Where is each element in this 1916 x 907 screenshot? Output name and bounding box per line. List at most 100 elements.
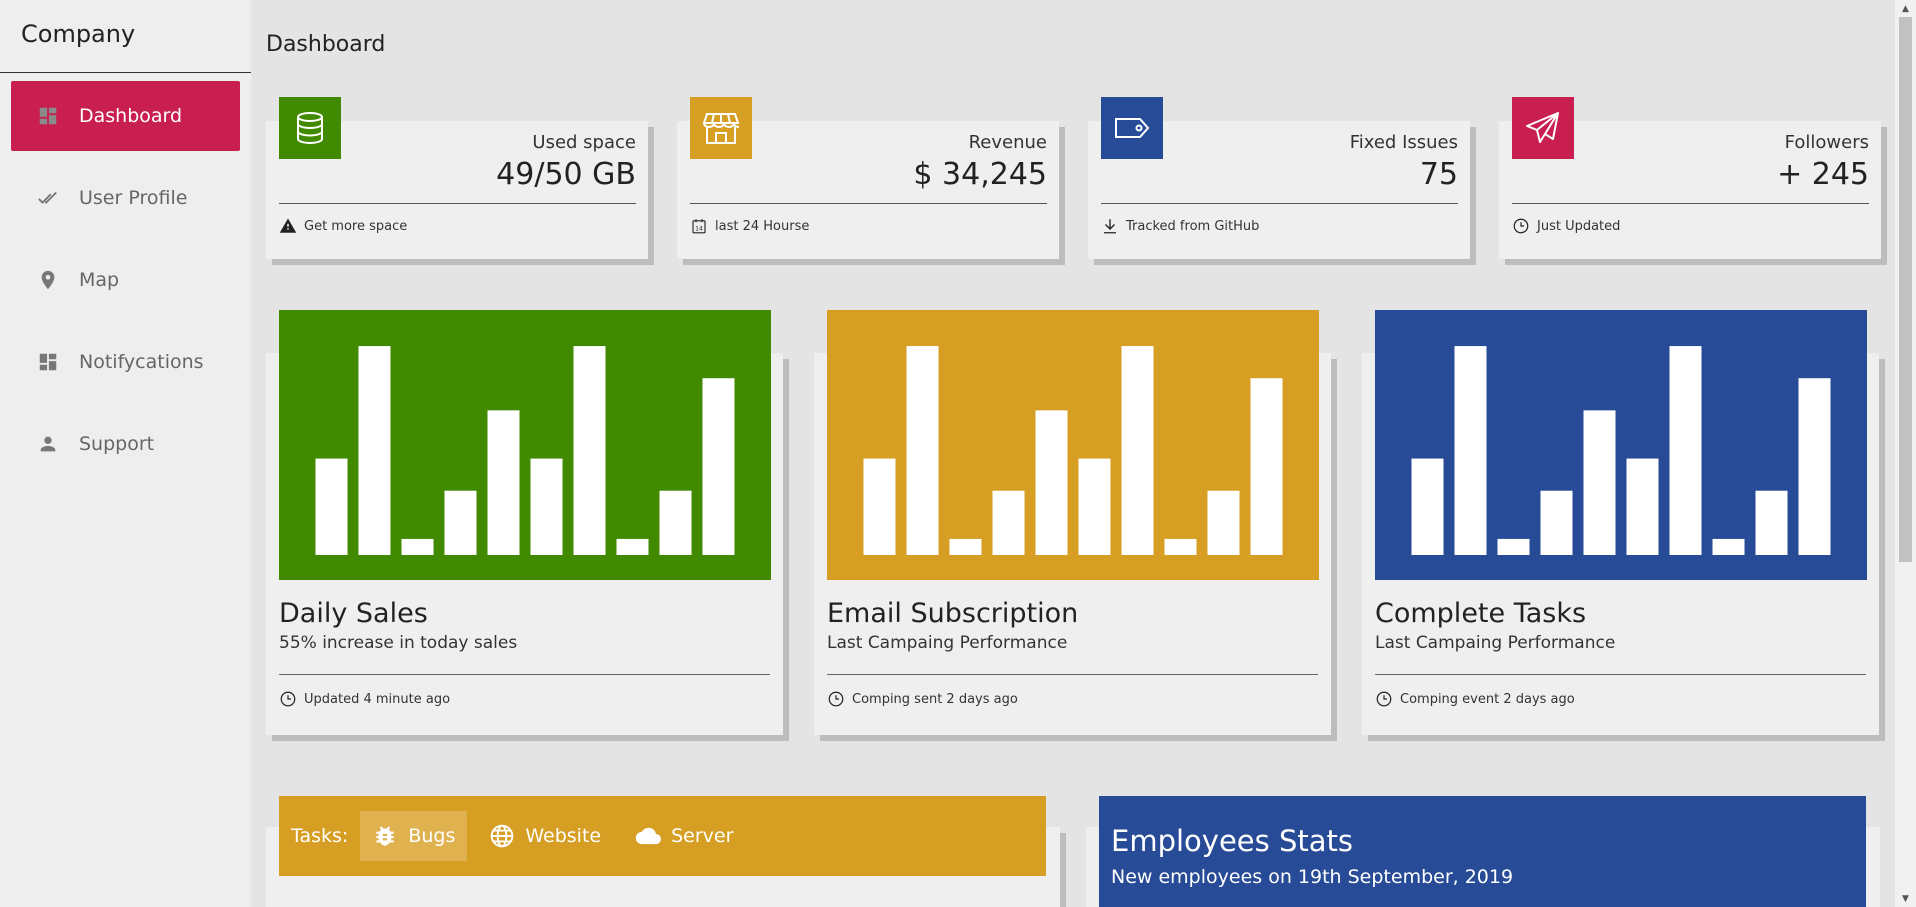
chart-bar [1626,458,1659,555]
clock-icon [280,691,296,707]
stat-footer: 14 last 24 Hourse [690,217,809,235]
chart-bar [949,538,982,555]
chart-footer: Comping sent 2 days ago [827,690,1018,708]
stat-label: Used space [532,132,636,153]
chart-bar [1540,490,1573,555]
chart-footer: Comping event 2 days ago [1375,690,1575,708]
tab-server[interactable]: Server [623,811,745,861]
scroll-thumb[interactable] [1899,17,1912,562]
stat-footer-text: Get more space [304,218,408,234]
scroll-down-arrow-icon[interactable]: ▼ [1895,890,1916,907]
bar-chart-daily-sales [315,346,735,555]
chart-panel [827,310,1319,580]
clock-icon [1376,691,1392,707]
stat-footer: Tracked from GitHub [1101,217,1259,235]
chart-bar [1121,346,1154,555]
chart-bar [1411,458,1444,555]
svg-text:14: 14 [695,226,703,233]
divider [1512,203,1869,204]
cloud-icon [635,827,662,845]
sidebar: Company Dashboard User Profile Map Notif… [0,0,251,907]
chart-subtitle: 55% increase in today sales [279,633,518,653]
store-icon [702,113,740,144]
sidebar-item-label: User Profile [79,187,188,209]
chart-bar [659,490,692,555]
stat-footer[interactable]: Get more space [279,217,407,235]
sidebar-item-label: Dashboard [79,105,183,127]
tab-website[interactable]: Website [477,811,613,861]
sidebar-item-map[interactable]: Map [11,245,240,315]
chart-bar [487,410,520,555]
stat-label: Followers [1784,132,1869,153]
divider [279,203,636,204]
stat-card-followers: Followers + 245 Just Updated [1499,97,1881,259]
bar-chart-email-subscription [863,346,1283,555]
sidebar-item-label: Map [79,269,120,291]
chart-bar [401,538,434,555]
stat-label: Revenue [968,132,1047,153]
sidebar-nav: Dashboard User Profile Map Notifycations… [0,73,251,499]
tasks-card: Tasks: Bugs Website Server [266,796,1060,907]
stat-value: 49/50 GB [496,157,636,192]
divider [690,203,1047,204]
stat-value: + 245 [1777,157,1869,192]
stat-card-revenue: Revenue $ 34,245 14 last 24 Hourse [677,97,1059,259]
chart-bar [573,346,606,555]
page-scrollbar[interactable]: ▲ ▼ [1895,0,1916,907]
tab-bugs[interactable]: Bugs [360,811,468,861]
chart-card-complete-tasks: Complete Tasks Last Campaing Performance… [1362,310,1879,735]
clock-icon [1513,218,1529,234]
stat-footer-text: Just Updated [1537,218,1621,234]
chart-bar [1583,410,1616,555]
chart-bar [530,458,563,555]
tab-label: Website [525,825,602,847]
stat-tile [1101,97,1163,159]
paper-plane-icon [1526,112,1559,143]
chart-bar [444,490,477,555]
employees-stats-header: Employees Stats New employees on 19th Se… [1099,796,1866,907]
chart-title: Complete Tasks [1375,598,1587,629]
chart-title: Daily Sales [279,598,428,629]
dashboard-icon [37,351,59,373]
tab-label: Bugs [408,825,456,847]
globe-icon [491,824,514,848]
chart-bar [1497,538,1530,555]
scroll-up-arrow-icon[interactable]: ▲ [1895,0,1916,17]
employees-stats-card: Employees Stats New employees on 19th Se… [1086,796,1880,907]
sidebar-item-support[interactable]: Support [11,409,240,479]
tag-icon [1115,118,1150,138]
bar-chart-complete-tasks [1411,346,1831,555]
sidebar-item-user-profile[interactable]: User Profile [11,163,240,233]
stat-card-used-space: Used space 49/50 GB Get more space [266,97,648,259]
chart-panel [279,310,771,580]
main-content: Dashboard Used space 49/50 GB Get more s… [251,0,1895,907]
bug-icon [376,826,394,846]
sidebar-item-dashboard[interactable]: Dashboard [11,81,240,151]
stat-footer: Just Updated [1512,217,1620,235]
chart-bar [1207,490,1240,555]
tab-label: Server [671,825,734,847]
stat-value: $ 34,245 [913,157,1047,192]
divider [1101,203,1458,204]
chart-bar [1250,378,1283,555]
chart-title: Email Subscription [827,598,1079,629]
clock-icon [828,691,844,707]
tasks-tab-bar: Tasks: Bugs Website Server [279,796,1046,876]
stat-card-fixed-issues: Fixed Issues 75 Tracked from GitHub [1088,97,1470,259]
chart-bar [863,458,896,555]
calendar-icon: 14 [692,219,706,234]
chart-footer-text: Updated 4 minute ago [304,691,451,707]
chart-card-email-subscription: Email Subscription Last Campaing Perform… [814,310,1331,735]
chart-bar [1755,490,1788,555]
chart-bar [1078,458,1111,555]
sidebar-item-label: Support [79,433,155,455]
stat-tile [1512,97,1574,159]
employees-stats-title: Employees Stats [1111,824,1353,858]
person-icon [37,433,59,455]
download-icon [1104,219,1116,234]
chart-bar [1454,346,1487,555]
sidebar-item-notifications[interactable]: Notifycations [11,327,240,397]
brand-logo-text: Company [0,0,251,73]
stat-footer-text: Tracked from GitHub [1126,218,1260,234]
chart-bar [702,378,735,555]
